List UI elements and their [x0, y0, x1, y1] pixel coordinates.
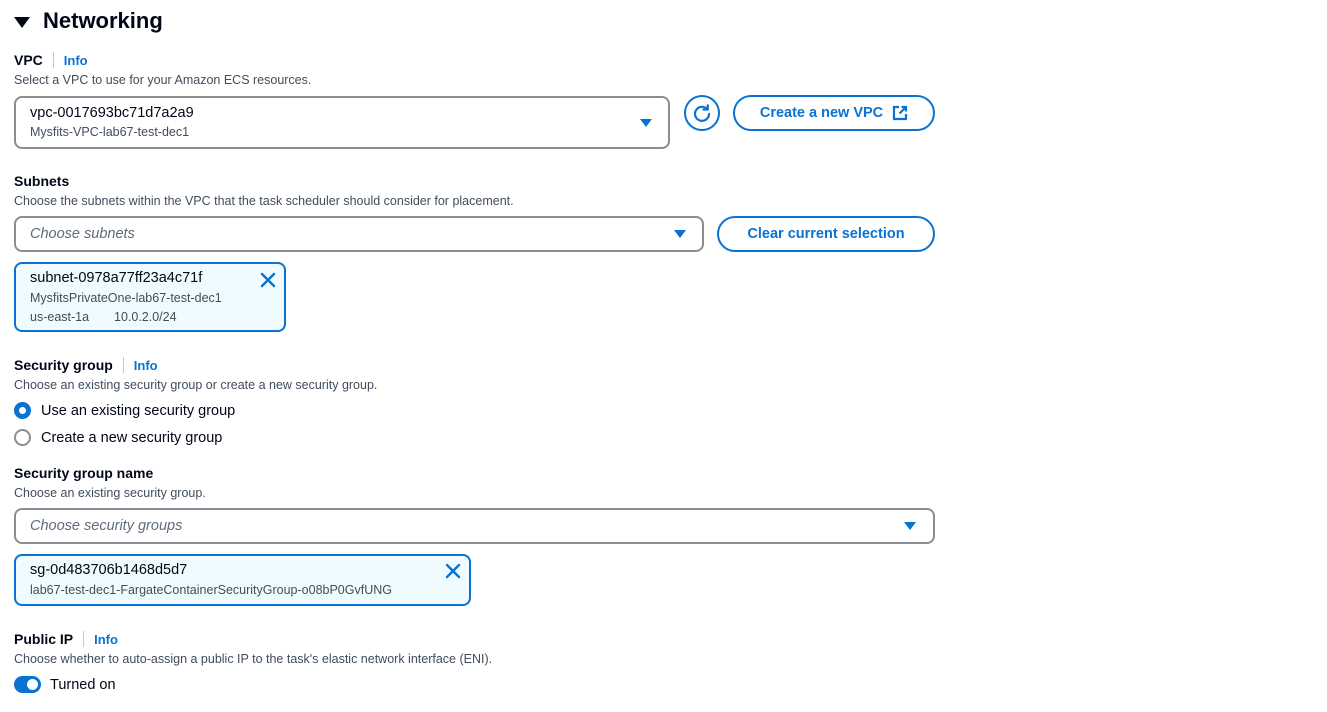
subnet-token-name: MysfitsPrivateOne-lab67-test-dec1 [30, 291, 222, 305]
public-ip-description: Choose whether to auto-assign a public I… [14, 652, 493, 666]
radio-label: Create a new security group [41, 429, 223, 446]
security-group-token-id: sg-0d483706b1468d5d7 [30, 562, 188, 578]
security-group-name-description: Choose an existing security group. [14, 486, 206, 500]
label-divider [122, 357, 124, 373]
security-group-name-label: Security group name [14, 465, 154, 481]
public-ip-info-link[interactable]: Info [94, 632, 118, 647]
subnets-label: Subnets [14, 173, 70, 189]
refresh-vpc-button[interactable] [684, 95, 720, 131]
radio-create-new-security-group[interactable]: Create a new security group [14, 429, 222, 446]
security-group-info-link[interactable]: Info [134, 358, 158, 373]
networking-section-toggle[interactable]: Networking [14, 8, 163, 34]
vpc-label: VPC [14, 52, 43, 68]
subnet-token: subnet-0978a77ff23a4c71f MysfitsPrivateO… [14, 262, 286, 332]
public-ip-label-row: Public IP Info [14, 631, 118, 647]
clear-selection-label: Clear current selection [747, 226, 905, 242]
caret-down-icon [14, 16, 30, 28]
public-ip-toggle-label: Turned on [50, 676, 116, 693]
security-group-label-row: Security group Info [14, 357, 158, 373]
label-divider [83, 631, 85, 647]
external-link-icon [893, 105, 908, 121]
vpc-selected-id: vpc-0017693bc71d7a2a9 [30, 105, 194, 121]
security-group-label: Security group [14, 357, 113, 373]
public-ip-toggle-row[interactable]: Turned on [14, 676, 116, 693]
public-ip-label: Public IP [14, 631, 74, 647]
radio-use-existing-security-group[interactable]: Use an existing security group [14, 402, 235, 419]
caret-down-icon [904, 522, 916, 530]
security-group-description: Choose an existing security group or cre… [14, 378, 378, 392]
section-title: Networking [43, 8, 163, 33]
vpc-selected-name: Mysfits-VPC-lab67-test-dec1 [30, 125, 190, 139]
radio-checked-icon[interactable] [14, 402, 31, 419]
vpc-description: Select a VPC to use for your Amazon ECS … [14, 73, 312, 87]
subnets-description: Choose the subnets within the VPC that t… [14, 194, 514, 208]
subnet-token-az: us-east-1a [30, 310, 90, 324]
vpc-label-row: VPC Info [14, 52, 88, 68]
caret-down-icon [640, 118, 652, 127]
refresh-icon [693, 104, 711, 122]
subnet-token-cidr: 10.0.2.0/24 [114, 310, 177, 324]
create-vpc-button[interactable]: Create a new VPC [733, 95, 935, 131]
security-groups-select[interactable]: Choose security groups [14, 508, 935, 544]
radio-label: Use an existing security group [41, 402, 236, 419]
remove-security-group-icon[interactable] [444, 562, 462, 580]
label-divider [52, 52, 54, 68]
remove-subnet-icon[interactable] [259, 271, 277, 289]
subnet-token-id: subnet-0978a77ff23a4c71f [30, 270, 203, 286]
vpc-info-link[interactable]: Info [64, 53, 88, 68]
subnets-label-row: Subnets [14, 173, 69, 189]
security-group-token-name: lab67-test-dec1-FargateContainerSecurity… [30, 583, 392, 597]
security-group-name-label-row: Security group name [14, 465, 153, 481]
create-vpc-label: Create a new VPC [759, 105, 884, 121]
security-groups-placeholder: Choose security groups [30, 518, 183, 534]
subnets-placeholder: Choose subnets [30, 226, 135, 242]
security-group-token: sg-0d483706b1468d5d7 lab67-test-dec1-Far… [14, 554, 471, 606]
clear-selection-button[interactable]: Clear current selection [717, 216, 935, 252]
caret-down-icon [674, 230, 686, 238]
radio-unchecked-icon[interactable] [14, 429, 31, 446]
public-ip-toggle[interactable] [14, 676, 41, 693]
subnets-select[interactable]: Choose subnets [14, 216, 704, 252]
vpc-select[interactable]: vpc-0017693bc71d7a2a9 Mysfits-VPC-lab67-… [14, 96, 670, 149]
